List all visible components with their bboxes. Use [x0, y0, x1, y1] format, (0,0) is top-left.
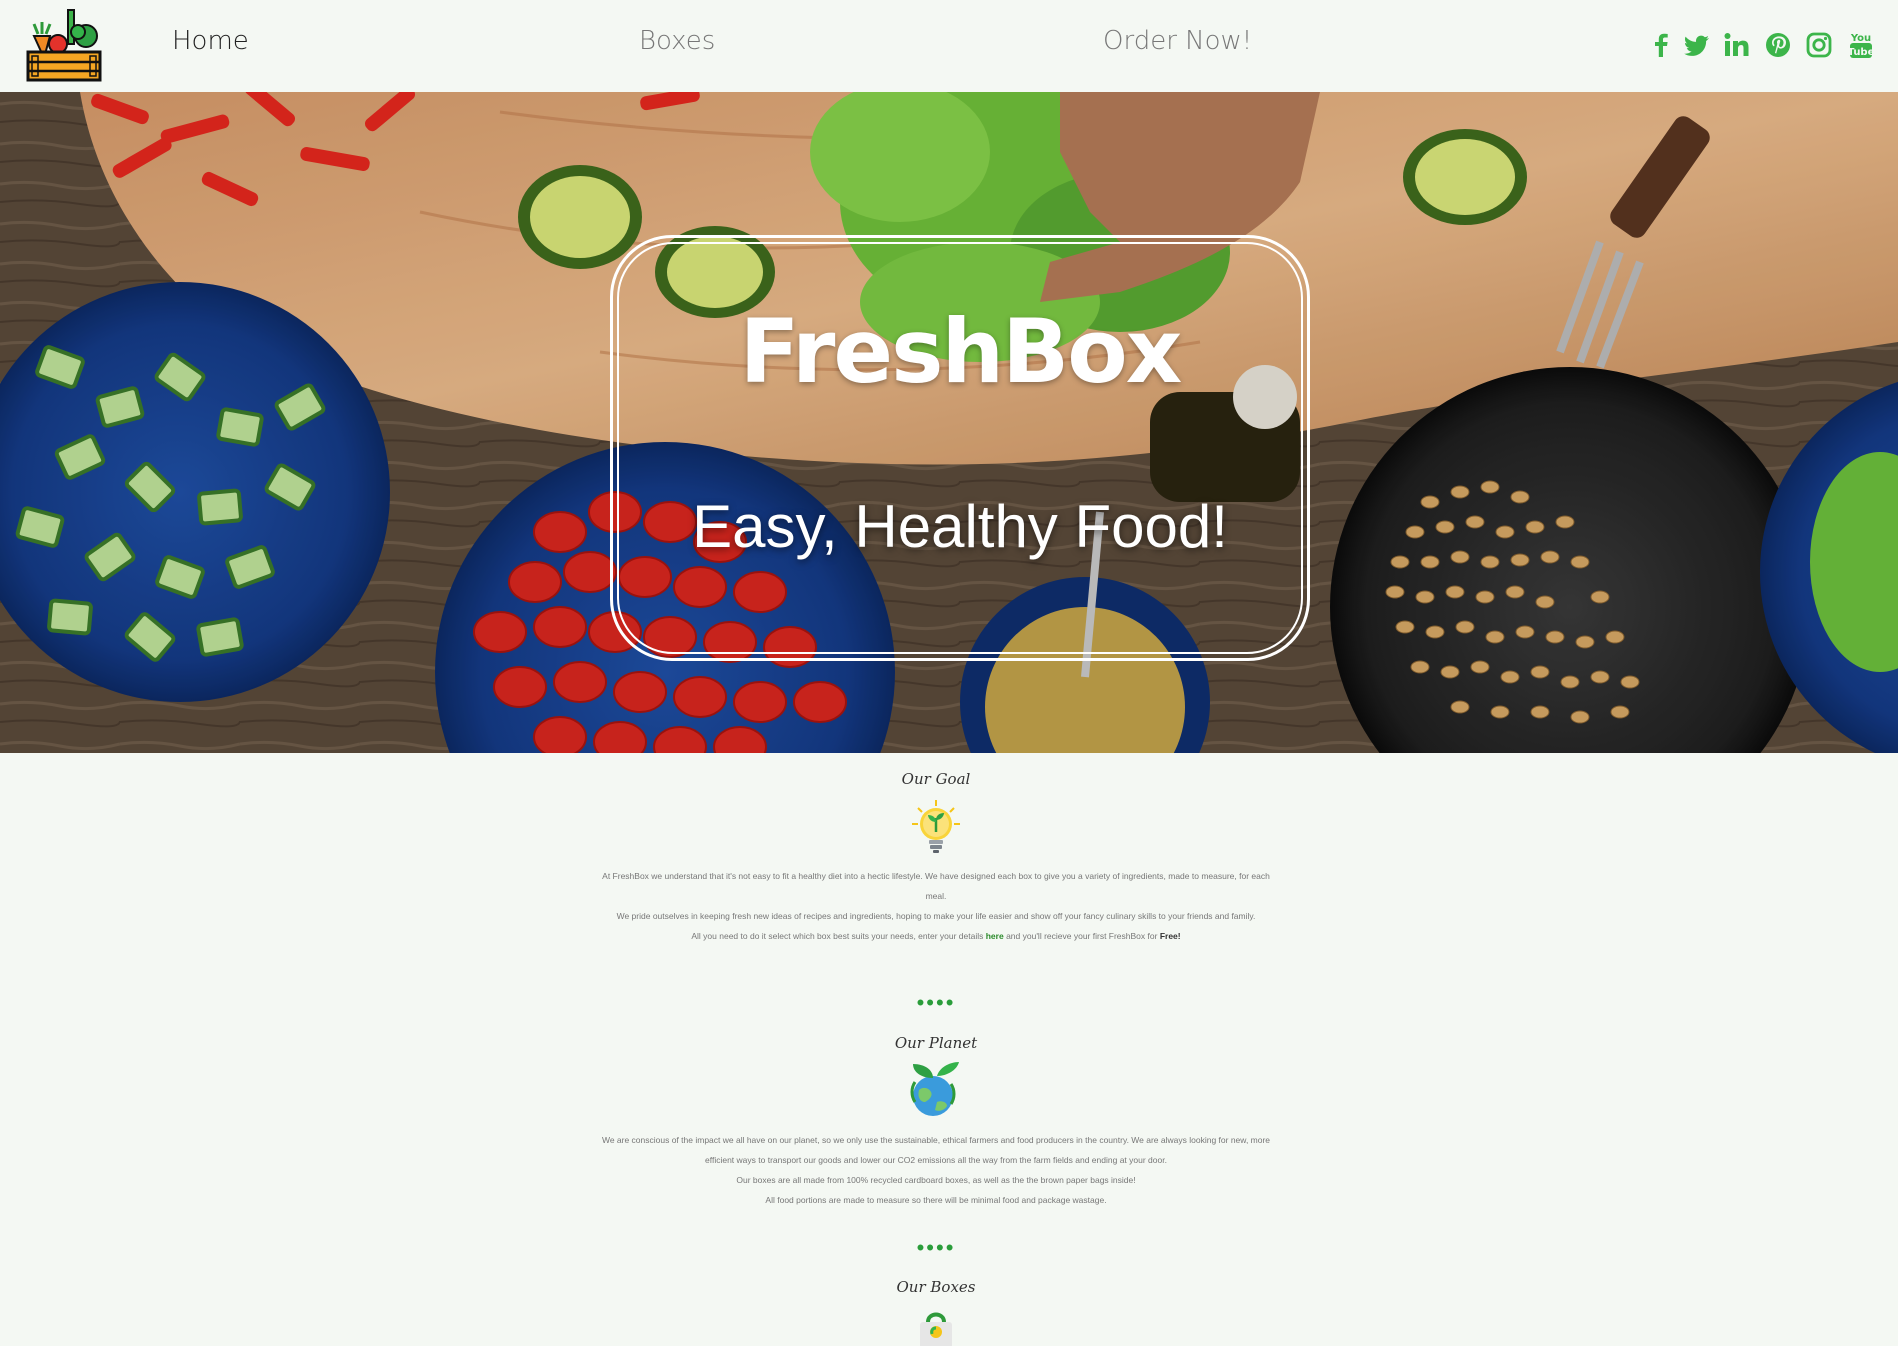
svg-text:You: You — [1850, 33, 1871, 44]
boxes-title: Our Boxes — [896, 1278, 976, 1296]
svg-text:Tube: Tube — [1848, 47, 1875, 58]
hero-subtitle: Easy, Healthy Food! — [692, 493, 1228, 560]
navbar: Home Boxes Order Now! You Tube — [0, 0, 1898, 92]
goal-paragraph-3: All you need to do it select which box b… — [591, 926, 1281, 946]
goal-title: Our Goal — [901, 770, 971, 788]
goal-paragraph-1: At FreshBox we understand that it's not … — [602, 871, 1270, 901]
nav-order-link[interactable]: Order Now! — [1103, 26, 1252, 56]
goal-p3-text-b: and you'll recieve your first FreshBox f… — [1003, 931, 1160, 941]
section-divider-2: •••• — [916, 1235, 956, 1260]
instagram-icon[interactable] — [1804, 30, 1834, 60]
section-goal: Our Goal At FreshBox we understand that … — [0, 770, 1872, 946]
twitter-icon[interactable] — [1682, 30, 1712, 60]
nav-home-link[interactable]: Home — [172, 26, 249, 56]
linkedin-icon[interactable] — [1722, 30, 1752, 60]
shopping-bag-icon — [920, 1312, 952, 1346]
section-divider-1: •••• — [916, 990, 956, 1015]
youtube-icon[interactable]: You Tube — [1846, 30, 1876, 60]
pinterest-icon[interactable] — [1763, 30, 1793, 60]
goal-p3-text-a: All you need to do it select which box b… — [691, 931, 986, 941]
goal-paragraph-2: We pride outselves in keeping fresh new … — [616, 911, 1256, 921]
planet-paragraph-2: Our boxes are all made from 100% recycle… — [736, 1175, 1136, 1185]
lightbulb-sprout-icon — [912, 800, 960, 853]
freshbox-logo[interactable] — [24, 6, 104, 84]
earth-leaf-icon — [910, 1062, 959, 1116]
facebook-icon[interactable] — [1646, 30, 1676, 60]
hero-title: FreshBox — [739, 300, 1183, 403]
goal-here-link[interactable]: here — [986, 931, 1004, 941]
section-boxes: Our Boxes — [0, 1278, 1872, 1346]
planet-paragraph-1: We are conscious of the impact we all ha… — [601, 1135, 1271, 1165]
hero-banner: FreshBox Easy, Healthy Food! — [0, 92, 1898, 753]
goal-free-text: Free! — [1159, 931, 1181, 941]
nav-boxes-link[interactable]: Boxes — [639, 26, 715, 56]
planet-title: Our Planet — [894, 1034, 978, 1052]
section-planet: Our Planet We are conscious of the impac… — [0, 1034, 1872, 1210]
planet-paragraph-3: All food portions are made to measure so… — [765, 1195, 1107, 1205]
